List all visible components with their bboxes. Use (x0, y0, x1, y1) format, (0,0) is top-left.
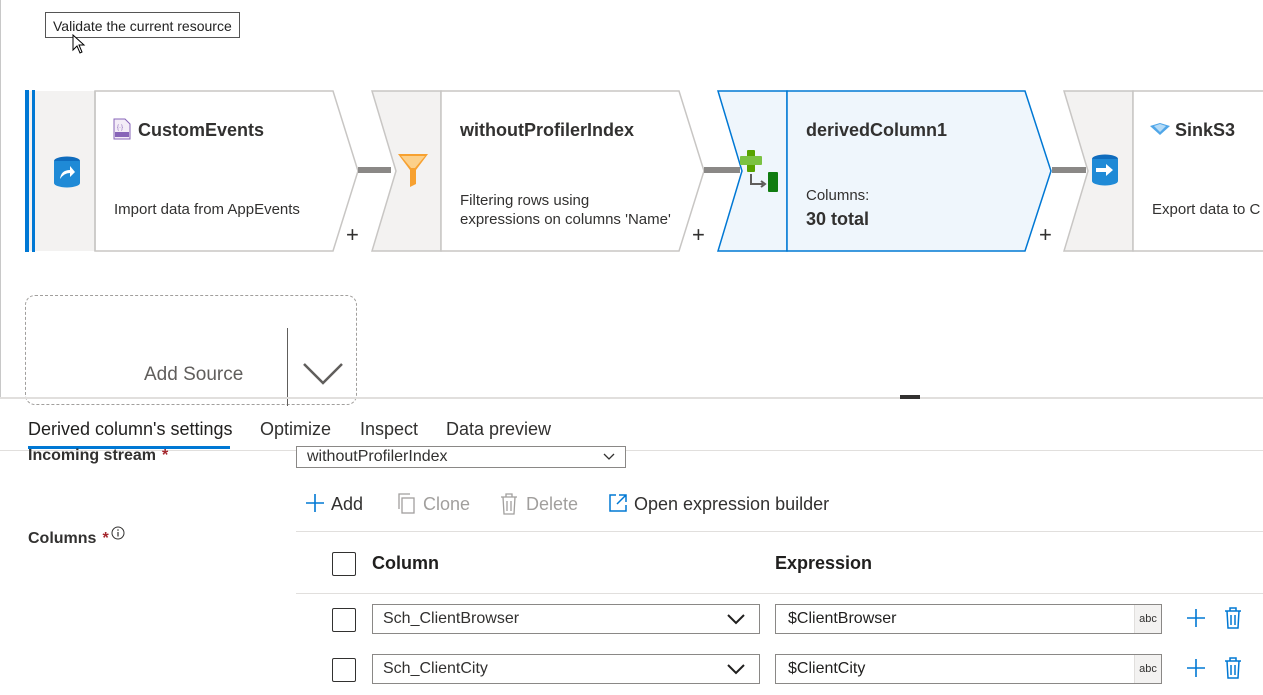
node-title: derivedColumn1 (806, 120, 948, 140)
sink-database-icon (1092, 154, 1118, 186)
add-button-label: Add (331, 494, 364, 514)
add-transform-plus-button[interactable]: + (1039, 224, 1052, 246)
chevron-down-icon (727, 614, 745, 625)
settings-tabs: Derived column's settings Optimize Inspe… (0, 399, 1263, 451)
filter-funnel-icon (398, 154, 428, 187)
expression-type-badge: abc (1134, 605, 1161, 633)
expression-header: Expression (775, 553, 873, 573)
column-name-select[interactable]: Sch_ClientBrowser (372, 604, 760, 634)
node-columns-label: Columns: (806, 187, 870, 204)
chevron-down-icon (603, 453, 615, 460)
column-name-value: Sch_ClientBrowser (383, 610, 520, 627)
row-checkbox[interactable] (332, 658, 356, 682)
expression-type-badge: abc (1134, 655, 1161, 683)
trash-icon (501, 493, 517, 515)
expression-value: $ClientCity (788, 660, 866, 677)
tab-inspect[interactable]: Inspect (360, 419, 418, 440)
tab-optimize[interactable]: Optimize (260, 419, 331, 440)
row-checkbox[interactable] (332, 608, 356, 632)
incoming-stream-label: Incoming stream * (28, 447, 169, 464)
delete-row-icon[interactable] (1224, 657, 1242, 679)
node-title: withoutProfilerIndex (460, 120, 635, 140)
column-name-select[interactable]: Sch_ClientCity (372, 654, 760, 684)
expression-field[interactable]: $ClientCity abc (775, 654, 1162, 684)
clone-button-label: Clone (423, 494, 471, 514)
expression-value: $ClientBrowser (788, 610, 897, 627)
incoming-stream-value: withoutProfilerIndex (307, 448, 448, 465)
add-source-label: Add Source (144, 364, 244, 385)
add-source-button[interactable]: Add Source (25, 295, 357, 406)
chevron-down-icon (727, 664, 745, 675)
expression-field[interactable]: $ClientBrowser abc (775, 604, 1162, 634)
incoming-stream-select[interactable]: withoutProfilerIndex (296, 446, 626, 468)
node-description: Export data to C (1152, 201, 1261, 218)
tab-derived-column-settings[interactable]: Derived column's settings (28, 419, 233, 440)
add-transform-plus-button[interactable]: + (692, 224, 705, 246)
open-external-icon (609, 494, 627, 512)
node-sink-s3[interactable]: SinkS3 Export data to C (1063, 90, 1263, 252)
columns-label: Columns * (28, 530, 109, 547)
column-name-value: Sch_ClientCity (383, 660, 488, 677)
node-custom-events[interactable]: {·} CustomEvents Import data from AppEve… (25, 90, 360, 252)
grid-top-border (296, 531, 1263, 532)
node-description: Import data from AppEvents (114, 201, 300, 218)
json-file-icon: {·} (113, 118, 131, 140)
mouse-cursor-icon (72, 34, 86, 54)
node-derived-column1[interactable]: derivedColumn1 Columns: 30 total (717, 90, 1055, 252)
s3-icon (1150, 123, 1170, 135)
node-title: CustomEvents (138, 120, 265, 140)
clone-icon (398, 493, 415, 514)
delete-button-label: Delete (526, 494, 579, 514)
tab-data-preview[interactable]: Data preview (446, 419, 551, 440)
column-header: Column (372, 553, 439, 573)
add-row-icon[interactable] (1186, 608, 1206, 628)
svg-text:{·}: {·} (117, 125, 123, 131)
node-without-profiler-index[interactable]: withoutProfilerIndex Filtering rows usin… (371, 90, 706, 252)
add-icon (306, 494, 324, 512)
derived-column-icon (740, 150, 778, 192)
add-source-separator (287, 328, 288, 406)
node-title: SinkS3 (1175, 120, 1236, 140)
node-description-line-2: expressions on columns 'Name' (460, 211, 671, 228)
open-expression-builder-label: Open expression builder (634, 494, 830, 514)
select-all-checkbox[interactable] (332, 552, 356, 576)
grid-header-border (296, 593, 1263, 594)
delete-row-icon[interactable] (1224, 607, 1242, 629)
node-columns-value: 30 total (806, 209, 870, 229)
source-database-icon (54, 156, 80, 188)
add-row-icon[interactable] (1186, 658, 1206, 678)
chevron-down-icon[interactable] (302, 362, 344, 386)
info-icon[interactable] (111, 526, 125, 540)
add-transform-plus-button[interactable]: + (346, 224, 359, 246)
node-description-line-1: Filtering rows using (460, 192, 590, 209)
